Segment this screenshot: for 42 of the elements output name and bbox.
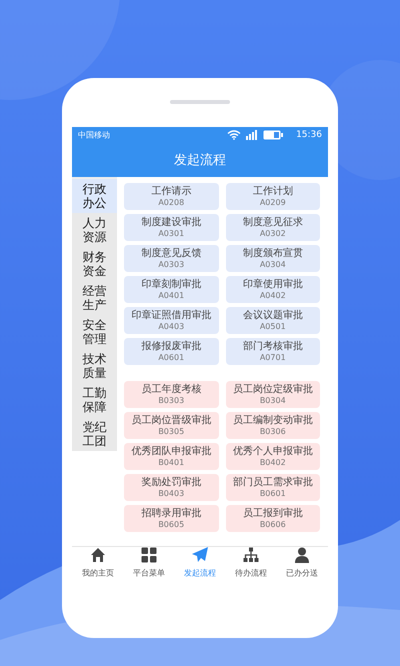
category-tab[interactable]: 工勤保障	[72, 383, 117, 417]
category-tab[interactable]: 经营生产	[72, 281, 117, 315]
process-card[interactable]: 优秀团队申报审批 B0401	[124, 443, 218, 470]
process-card[interactable]: 部门考核审批 A0701	[226, 338, 320, 365]
grid-icon	[140, 547, 157, 563]
house-icon	[90, 547, 106, 563]
process-card[interactable]: 报修报废审批 A0601	[124, 338, 218, 365]
category-tab[interactable]: 行政办公	[72, 179, 117, 213]
process-card[interactable]: 制度意见征求 A0302	[226, 214, 320, 241]
clock-time: 15:36	[296, 130, 322, 140]
process-card[interactable]: 印章证照借用审批 A0403	[124, 307, 218, 334]
category-tab[interactable]: 财务资金	[72, 247, 117, 281]
person-icon	[294, 547, 310, 563]
process-card[interactable]: 工作请示 A0208	[124, 183, 218, 210]
process-card[interactable]: 员工编制变动审批 B0306	[226, 412, 320, 439]
process-card[interactable]: 制度意见反馈 A0303	[124, 245, 218, 272]
category-tab[interactable]: 人力资源	[72, 213, 117, 247]
paper-plane-icon	[192, 547, 208, 563]
battery-icon	[263, 130, 284, 140]
process-card[interactable]: 会议议题审批 A0501	[226, 307, 320, 334]
process-card[interactable]: 员工岗位定级审批 B0304	[226, 381, 320, 408]
speaker-slot	[170, 100, 230, 104]
process-card[interactable]: 工作计划 A0209	[226, 183, 320, 210]
process-card[interactable]: 员工报到审批 B0606	[226, 505, 320, 532]
process-card[interactable]: 印章刻制审批 A0401	[124, 276, 218, 303]
process-card[interactable]: 优秀个人申报审批 B0402	[226, 443, 320, 470]
process-card[interactable]: 奖励处罚审批 B0403	[124, 474, 218, 501]
category-tab[interactable]: 安全管理	[72, 315, 117, 349]
category-tab[interactable]: 党纪工团	[72, 417, 117, 451]
process-card[interactable]: 员工岗位晋级审批 B0305	[124, 412, 218, 439]
process-card[interactable]: 员工年度考核 B0303	[124, 381, 218, 408]
category-tab[interactable]: 技术质量	[72, 349, 117, 383]
process-card[interactable]: 部门员工需求审批 B0601	[226, 474, 320, 501]
screen-title: 发起流程	[174, 152, 226, 169]
process-card[interactable]: 招聘录用审批 B0605	[124, 505, 218, 532]
signal-icon	[246, 130, 258, 140]
process-card[interactable]: 制度建设审批 A0301	[124, 214, 218, 241]
wifi-icon	[227, 130, 242, 140]
process-card[interactable]: 印章使用审批 A0402	[226, 276, 320, 303]
carrier-name: 中国移动	[78, 130, 110, 141]
hierarchy-icon	[243, 547, 260, 563]
process-card[interactable]: 制度颁布宣贯 A0304	[226, 245, 320, 272]
